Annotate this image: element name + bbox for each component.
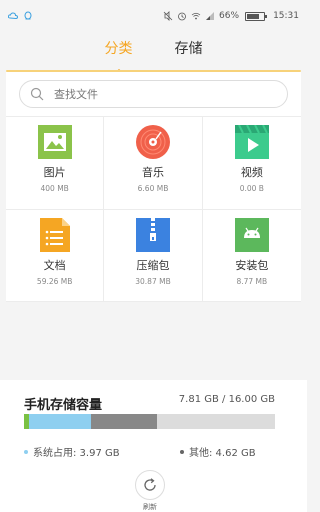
storage-title: 手机存储容量 [24, 398, 103, 413]
signal-icon [206, 12, 215, 20]
category-panel: 查找文件 图片 400 MB 音乐 6.60 MB 视频 0.00 B 文档 5… [6, 72, 301, 302]
legend-other: 其他: 4.62 GB [180, 444, 256, 459]
category-video[interactable]: 视频 0.00 B [202, 117, 301, 210]
legend-system-label: 系统占用: 3.97 GB [33, 448, 120, 459]
refresh-button[interactable] [135, 470, 165, 500]
category-name: 视频 [240, 166, 263, 179]
category-images[interactable]: 图片 400 MB [6, 117, 105, 210]
mute-icon [163, 11, 173, 21]
status-bar: 66% 15:31 [0, 0, 307, 32]
document-icon [39, 217, 70, 252]
storage-segment-system [29, 414, 92, 429]
legend-system: 系统占用: 3.97 GB [24, 444, 120, 459]
search-input[interactable]: 查找文件 [19, 80, 288, 108]
qq-icon [24, 11, 32, 20]
tab-bar: 分类 存储 [0, 34, 307, 73]
legend-other-label: 其他: 4.62 GB [189, 448, 256, 459]
tab-storage-label: 存储 [174, 41, 203, 57]
category-name: 安装包 [235, 258, 269, 272]
refresh-label: 刷新 [143, 503, 157, 511]
music-disc-icon [135, 125, 170, 159]
category-size: 400 MB [40, 184, 69, 193]
category-grid: 图片 400 MB 音乐 6.60 MB 视频 0.00 B 文档 59.26 … [6, 116, 301, 302]
tab-category[interactable]: 分类 [104, 34, 133, 73]
wifi-icon [191, 12, 201, 20]
category-name: 文档 [43, 258, 66, 272]
cloud-icon [8, 12, 18, 20]
category-size: 8.77 MB [236, 276, 268, 286]
video-icon [234, 125, 269, 159]
storage-usage-bar [24, 414, 275, 429]
alarm-icon [178, 12, 186, 21]
android-icon [234, 217, 269, 252]
legend-dot [24, 449, 28, 454]
battery-icon [245, 11, 268, 21]
storage-segment-other [91, 414, 157, 429]
search-icon [30, 87, 44, 101]
category-size: 0.00 B [239, 184, 264, 193]
storage-section: 手机存储容量 7.81 GB / 16.00 GB 系统占用: 3.97 GB … [0, 380, 307, 512]
category-name: 压缩包 [136, 258, 170, 272]
search-placeholder: 查找文件 [54, 88, 98, 101]
category-music[interactable]: 音乐 6.60 MB [104, 117, 203, 210]
storage-amount: 7.81 GB / 16.00 GB [178, 394, 275, 405]
legend-dot [180, 449, 184, 454]
clock: 15:31 [273, 11, 299, 21]
category-name: 图片 [43, 166, 66, 179]
tab-category-label: 分类 [104, 41, 133, 57]
category-size: 30.87 MB [135, 276, 171, 286]
battery-percent: 66% [219, 11, 240, 21]
category-archives[interactable]: 压缩包 30.87 MB [104, 209, 203, 302]
category-name: 音乐 [141, 166, 164, 179]
category-size: 6.60 MB [137, 184, 169, 193]
tab-storage[interactable]: 存储 [175, 34, 203, 70]
category-documents[interactable]: 文档 59.26 MB [6, 209, 105, 302]
image-icon [37, 125, 72, 159]
zip-icon [135, 217, 170, 252]
category-size: 59.26 MB [36, 276, 73, 286]
refresh-icon [144, 478, 156, 491]
category-apks[interactable]: 安装包 8.77 MB [202, 210, 301, 302]
